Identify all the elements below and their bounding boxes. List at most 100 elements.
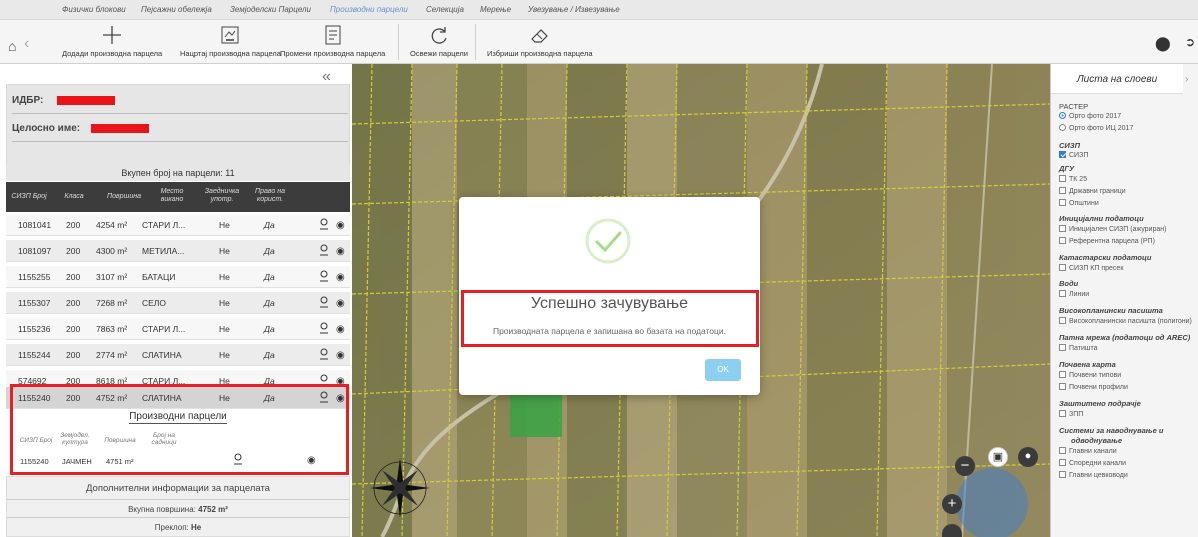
cell-right: Да [264, 298, 275, 308]
tab-measure[interactable]: Мерење [480, 5, 511, 14]
checkbox[interactable] [1059, 344, 1066, 351]
radio[interactable] [1059, 124, 1066, 131]
cell-place: СЕЛО [142, 298, 166, 308]
zoom-out-button[interactable]: − [955, 456, 975, 476]
layer-soil-types[interactable]: Почвени типови [1059, 371, 1121, 379]
change-parcel-button[interactable]: Промени производна парцела [280, 23, 385, 58]
checkbox[interactable] [1059, 383, 1066, 390]
cell-common: Не [219, 324, 230, 334]
cell-class: 200 [66, 350, 81, 360]
col-sizp: СИЗП Број [11, 193, 47, 200]
eye-icon[interactable]: ◉ [336, 298, 345, 309]
layer-ortho-2017[interactable]: Орто фото 2017 [1059, 112, 1121, 120]
person-icon[interactable] [319, 348, 329, 360]
layer-municipalities[interactable]: Општини [1059, 199, 1099, 207]
additional-info-title: Дополнителни информации за парцелата [86, 483, 270, 494]
group-water: Води [1059, 279, 1079, 288]
layer-pastures[interactable]: Високопланински пасишта (полигони) [1059, 317, 1192, 325]
checkbox-checked[interactable] [1059, 151, 1066, 158]
draw-parcel-button[interactable]: Нацртај производна парцела [180, 23, 281, 58]
checkbox[interactable] [1059, 317, 1066, 324]
layer-side-canals[interactable]: Споредни канали [1059, 459, 1126, 467]
eye-icon[interactable]: ◉ [336, 220, 345, 231]
checkbox[interactable] [1059, 175, 1066, 182]
eye-icon[interactable]: ◉ [336, 272, 345, 283]
cell-common: Не [219, 220, 230, 230]
cell-area: 7268 m² [96, 298, 128, 308]
layer-initial-sizp[interactable]: Иницијален СИЗП (ажуриран) [1059, 225, 1166, 233]
cell-area: 4254 m² [96, 220, 128, 230]
table-row[interactable]: 1081041 200 4254 m² СТАРИ Л... Не Да ◉ [6, 214, 350, 236]
checkbox[interactable] [1059, 459, 1066, 466]
tab-landscape-features[interactable]: Пејсажни обележја [141, 5, 212, 14]
layer-sizp[interactable]: СИЗП [1059, 151, 1088, 159]
layers-tab[interactable]: Листа на слоеви [1051, 64, 1183, 94]
table-row[interactable]: 1155236 200 7863 m² СТАРИ Л... Не Да ◉ [6, 318, 350, 340]
layer-lines[interactable]: Линии [1059, 290, 1089, 298]
layer-main-pipes[interactable]: Главни цевководи [1059, 471, 1128, 479]
checkbox[interactable] [1059, 290, 1066, 297]
home-icon[interactable]: ⌂ [8, 38, 16, 54]
person-icon[interactable] [319, 218, 329, 230]
checkbox[interactable] [1059, 371, 1066, 378]
chevron-left-icon[interactable]: ‹ [24, 35, 29, 53]
table-row[interactable]: 1155255 200 3107 m² БАТАЦИ Не Да ◉ [6, 266, 350, 288]
table-row[interactable]: 1155307 200 7268 m² СЕЛО Не Да ◉ [6, 292, 350, 314]
close-icon[interactable]: › [1185, 74, 1188, 85]
cell-place: БАТАЦИ [142, 272, 176, 282]
tab-import-export[interactable]: Увезување / Извезување [528, 5, 620, 14]
person-icon[interactable] [319, 296, 329, 308]
col-common: Заедничка употр. [204, 188, 240, 203]
delete-parcel-button[interactable]: Избриши производна парцела [487, 23, 593, 58]
layer-ortho-ic-2017[interactable]: Орто фото ИЦ 2017 [1059, 124, 1133, 132]
plus-icon [103, 26, 122, 44]
layer-tk25[interactable]: ТК 25 [1059, 175, 1087, 183]
add-parcel-button[interactable]: Додади производна парцела [62, 23, 162, 58]
refresh-parcels-button[interactable]: Освежи парцели [410, 23, 468, 58]
person-icon[interactable] [319, 270, 329, 282]
checkbox[interactable] [1059, 264, 1066, 271]
checkbox[interactable] [1059, 199, 1066, 206]
checkbox[interactable] [1059, 187, 1066, 194]
table-row[interactable]: 1155244 200 2774 m² СЛАТИНА Не Да ◉ [6, 344, 350, 366]
layers-toggle-icon[interactable] [942, 524, 962, 537]
cell-place: СТАРИ Л... [142, 324, 186, 334]
location-pin-icon[interactable]: ● [1018, 447, 1038, 467]
zoom-in-button[interactable]: + [942, 494, 962, 514]
checkbox[interactable] [1059, 225, 1066, 232]
checkbox[interactable] [1059, 237, 1066, 244]
checkbox[interactable] [1059, 471, 1066, 478]
col-right: Право на корист. [255, 188, 285, 203]
layer-roads[interactable]: Патишта [1059, 344, 1098, 352]
tab-agricultural-parcels[interactable]: Земјоделски Парцели [230, 5, 311, 14]
group-protected: Заштитено подрачје [1059, 399, 1141, 408]
fullscreen-icon[interactable]: ▣ [988, 447, 1008, 467]
checkbox[interactable] [1059, 410, 1066, 417]
layer-zpp[interactable]: ЗПП [1059, 410, 1083, 418]
eye-icon[interactable]: ◉ [336, 350, 345, 361]
checkbox[interactable] [1059, 447, 1066, 454]
cell-id: 1155255 [18, 272, 51, 282]
eye-icon[interactable]: ◉ [336, 324, 345, 335]
person-icon[interactable] [319, 244, 329, 256]
layer-reference-parcel[interactable]: Референтна парцела (РП) [1059, 237, 1155, 245]
tab-production-parcels[interactable]: Производни парцели [330, 5, 408, 14]
ok-button[interactable]: OK [705, 359, 741, 381]
layer-main-canals[interactable]: Главни канали [1059, 447, 1117, 455]
cell-class: 200 [66, 246, 81, 256]
redacted-name [91, 124, 149, 133]
tab-selection[interactable]: Селекција [426, 5, 464, 14]
divider [12, 113, 348, 114]
eye-icon[interactable]: ◉ [336, 246, 345, 257]
logout-icon[interactable]: ➲ [1185, 35, 1195, 49]
redacted-id [57, 96, 115, 105]
layer-borders[interactable]: Државни граници [1059, 187, 1126, 195]
tab-physical-blocks[interactable]: Физички блокови [62, 5, 126, 14]
person-icon[interactable] [319, 322, 329, 334]
settings-icon[interactable]: ⬤ [1155, 35, 1171, 52]
layer-soil-profiles[interactable]: Почвени профили [1059, 383, 1128, 391]
table-row[interactable]: 1081097 200 4300 m² МЕТИЛА... Не Да ◉ [6, 240, 350, 262]
radio-selected[interactable] [1059, 112, 1066, 119]
cell-common: Не [219, 350, 230, 360]
layer-sizp-kp[interactable]: СИЗП КП пресек [1059, 264, 1123, 272]
